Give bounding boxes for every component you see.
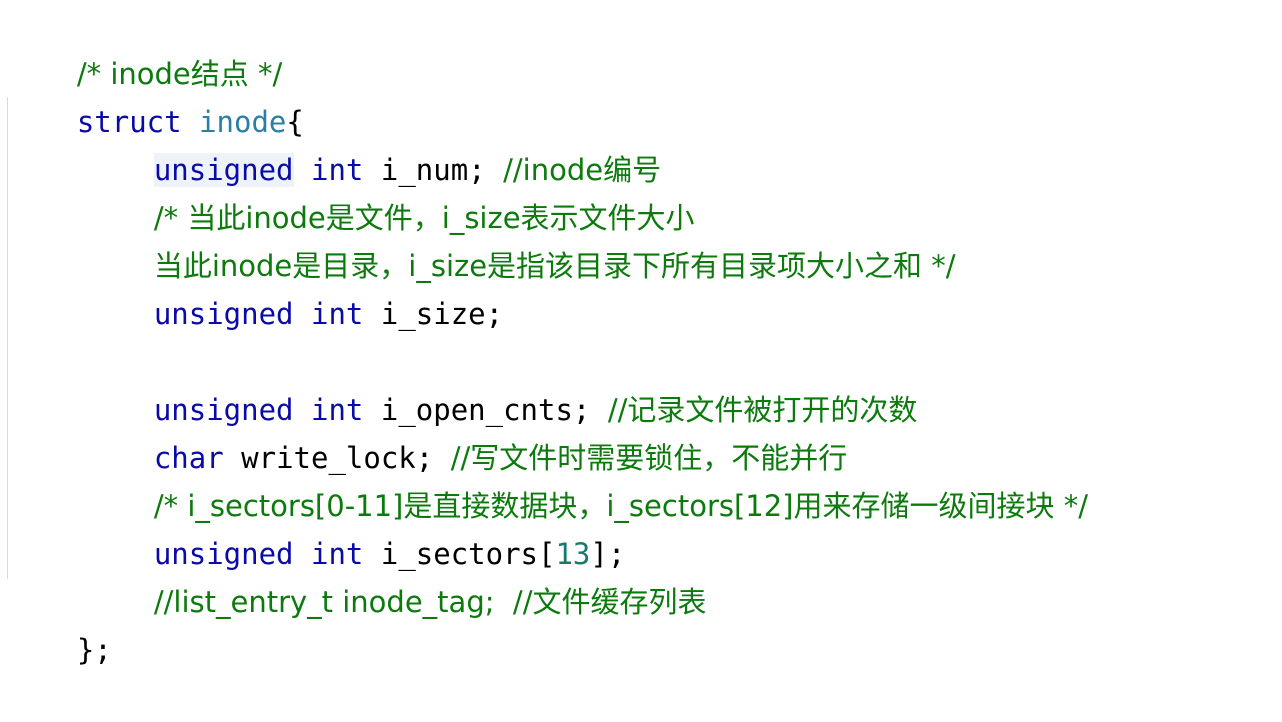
code-line-9[interactable]: char write_lock; //写文件时需要锁住，不能并行	[7, 386, 847, 475]
code-line-3[interactable]: unsigned int i_num; //inode编号	[7, 98, 661, 187]
code-line-6[interactable]: unsigned int i_size;	[7, 242, 503, 331]
keyword-unsigned: unsigned	[153, 297, 294, 331]
comment: //list_entry_t inode_tag; //文件缓存列表	[153, 585, 707, 619]
code-line-2[interactable]: struct inode{	[7, 50, 304, 139]
code-line-4[interactable]: /* 当此inode是文件，i_size表示文件大小	[7, 146, 695, 235]
code-line-13[interactable]: };	[7, 578, 112, 667]
keyword-int: int	[311, 297, 364, 331]
close-brace: };	[76, 633, 112, 667]
code-line-8[interactable]: unsigned int i_open_cnts; //记录文件被打开的次数	[7, 338, 918, 427]
code-line-10[interactable]: /* i_sectors[0-11]是直接数据块，i_sectors[12]用来…	[7, 434, 1088, 523]
code-line-1[interactable]: /* inode结点 */	[7, 2, 282, 91]
identifier: i_size;	[380, 297, 504, 331]
code-editor[interactable]: /* inode结点 */ struct inode{ unsigned int…	[0, 0, 1282, 667]
code-line-11[interactable]: unsigned int i_sectors[13];	[7, 482, 625, 571]
code-line-12[interactable]: //list_entry_t inode_tag; //文件缓存列表	[7, 530, 707, 619]
code-line-5[interactable]: 当此inode是目录，i_size是指该目录下所有目录项大小之和 */	[7, 194, 956, 283]
code-line-7-empty[interactable]	[7, 290, 84, 338]
